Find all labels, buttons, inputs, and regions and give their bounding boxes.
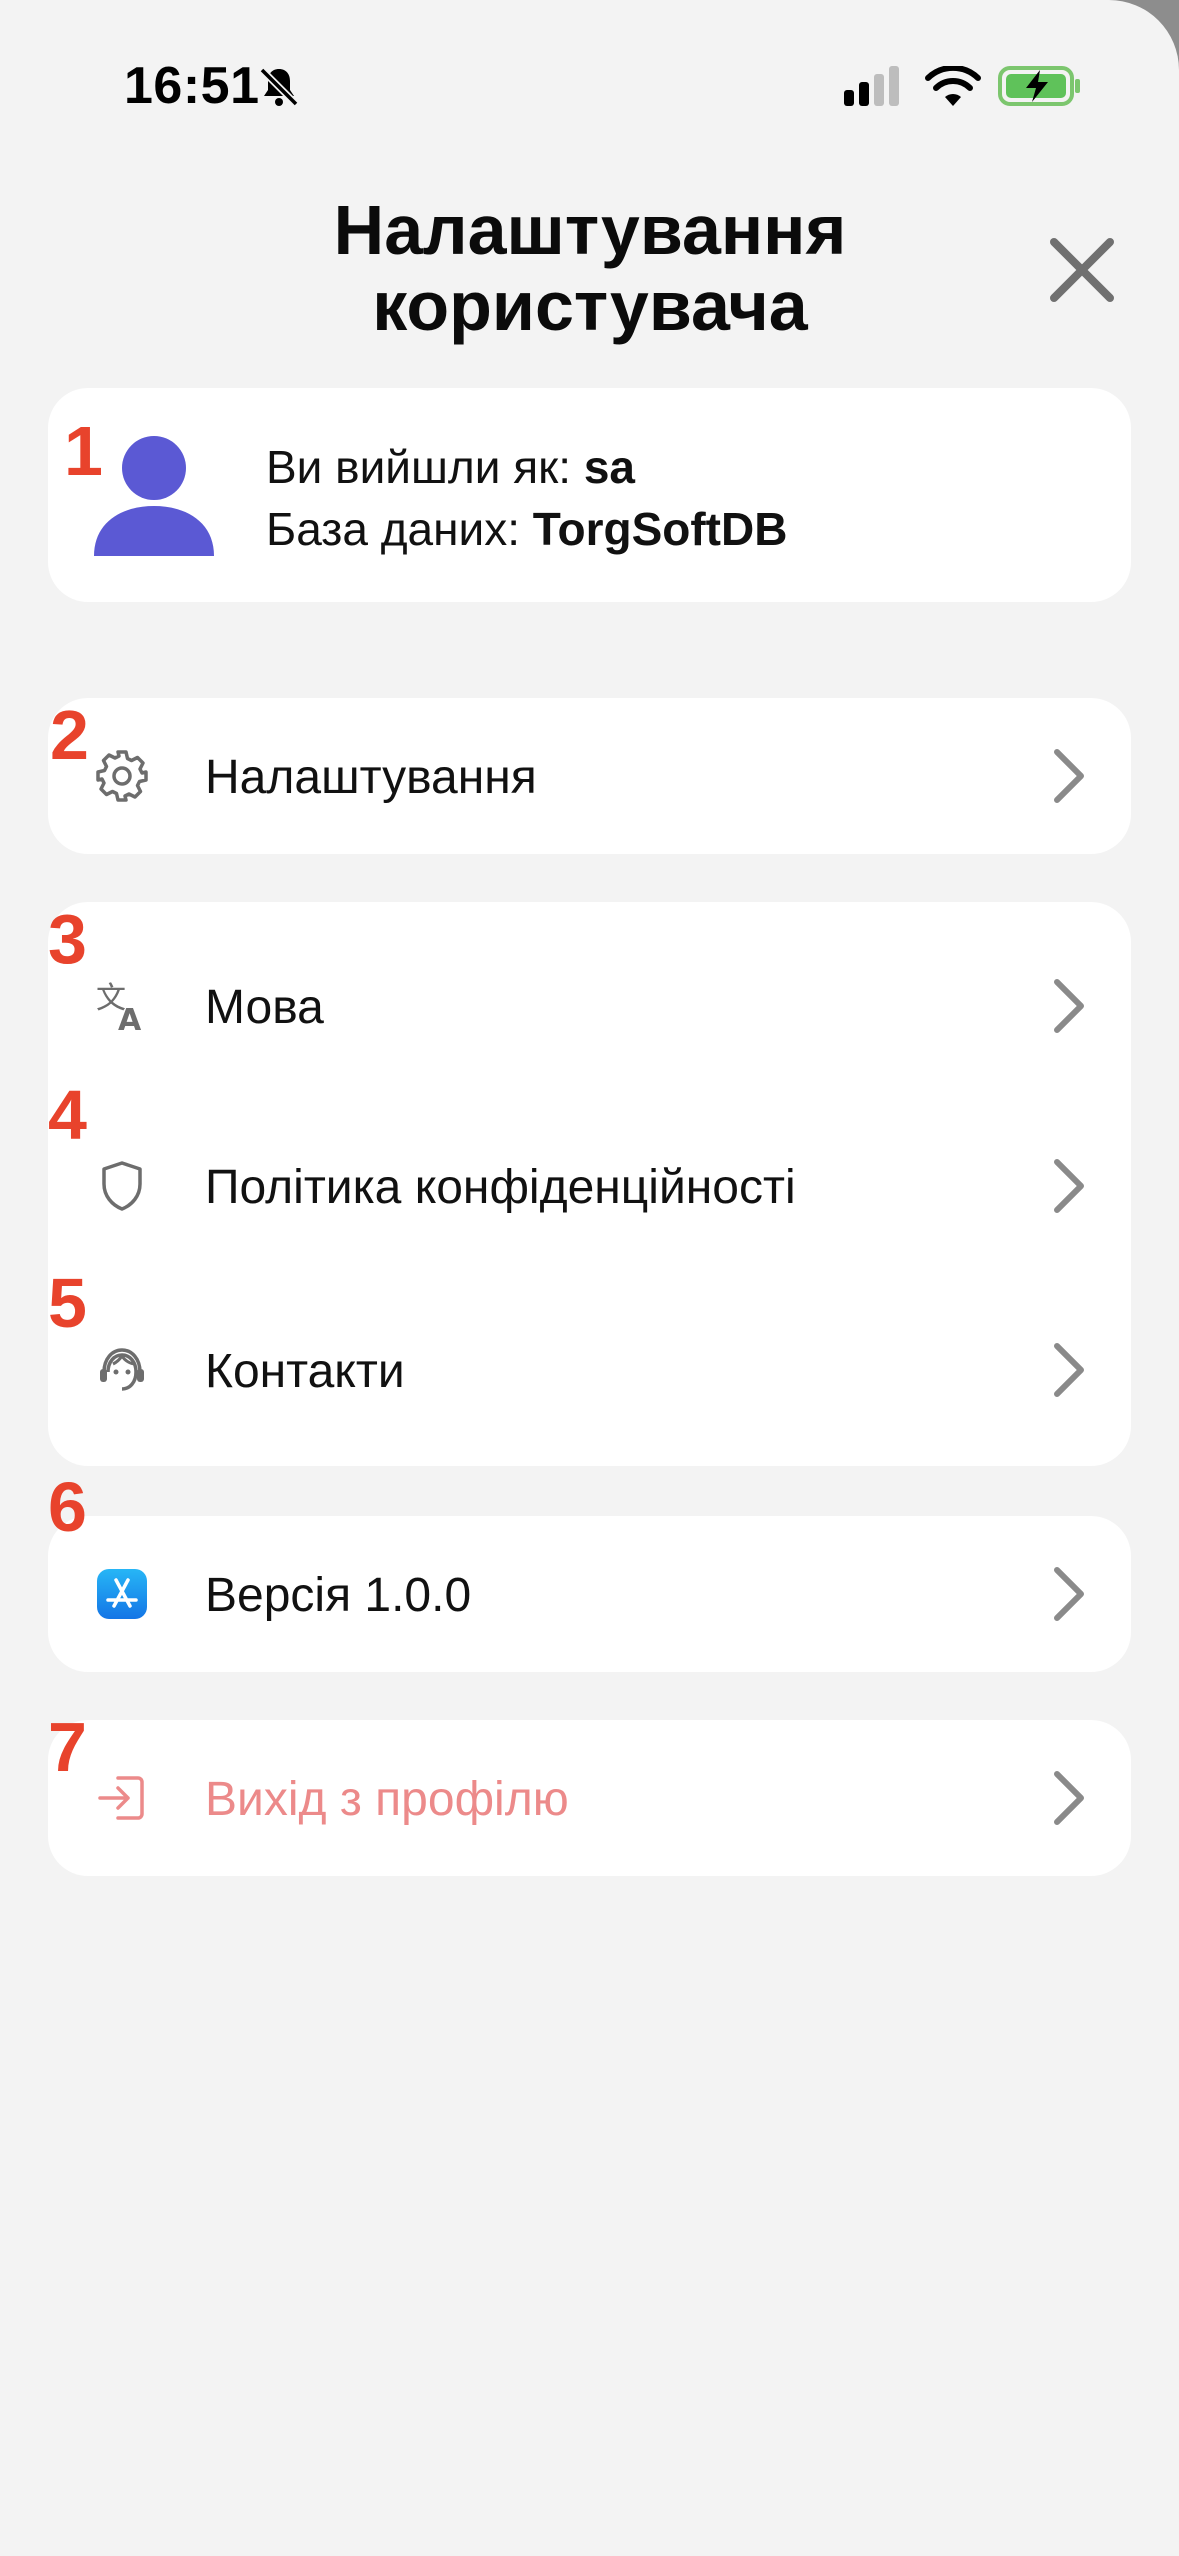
- wifi-icon: [925, 66, 981, 106]
- annotation-number-4: 4: [48, 1076, 87, 1154]
- chevron-right-icon: [1054, 1567, 1084, 1621]
- battery-charging-icon: [998, 66, 1080, 106]
- database-value: TorgSoftDB: [532, 503, 788, 555]
- version-card: Версія 1.0.0: [48, 1516, 1131, 1672]
- status-time: 16:51: [124, 57, 260, 115]
- bell-slash-icon: [259, 67, 299, 107]
- gear-icon: [96, 750, 148, 802]
- close-icon[interactable]: [1046, 234, 1118, 306]
- chevron-right-icon: [1054, 749, 1084, 803]
- menu-item-contacts[interactable]: Контакти: [48, 1294, 1131, 1444]
- menu-item-label: Версія 1.0.0: [205, 1569, 472, 1622]
- menu-item-privacy-policy[interactable]: Політика конфіденційності: [48, 1110, 1131, 1260]
- annotation-number-2: 2: [50, 696, 89, 774]
- page-title: Налаштування користувача: [333, 191, 847, 345]
- chevron-right-icon: [1054, 1159, 1084, 1213]
- menu-item-label: Налаштування: [205, 751, 537, 804]
- shield-icon: [102, 1161, 142, 1211]
- menu-item-label: Контакти: [205, 1345, 405, 1398]
- profile-card: Ви вийшли як: sa База даних: TorgSoftDB: [48, 388, 1131, 602]
- chevron-right-icon: [1054, 1771, 1084, 1825]
- logout-icon: [98, 1776, 144, 1820]
- info-card: 文 A Мова Політика конфіденційності Конта…: [48, 902, 1131, 1466]
- menu-item-language[interactable]: 文 A Мова: [48, 930, 1131, 1080]
- menu-item-settings[interactable]: Налаштування: [48, 698, 1131, 854]
- svg-text:A: A: [118, 1003, 142, 1034]
- login-info: Ви вийшли як: sa: [266, 440, 635, 494]
- support-agent-icon: [100, 1348, 144, 1391]
- database-info: База даних: TorgSoftDB: [266, 502, 787, 556]
- annotation-number-5: 5: [48, 1264, 87, 1342]
- menu-item-logout[interactable]: Вихід з профілю: [48, 1722, 1131, 1872]
- database-label: База даних:: [266, 503, 521, 555]
- screen: 16:51 Налаштування користувача Ви вийшли…: [0, 0, 1179, 2556]
- app-store-icon: [97, 1569, 147, 1619]
- user-avatar-icon: [94, 436, 214, 556]
- login-label: Ви вийшли як:: [266, 441, 572, 493]
- chevron-right-icon: [1054, 979, 1084, 1033]
- menu-item-label: Політика конфіденційності: [205, 1161, 796, 1214]
- annotation-number-3: 3: [48, 900, 87, 978]
- annotation-number-1: 1: [64, 412, 103, 490]
- cellular-signal-icon: [844, 66, 899, 106]
- menu-item-label: Вихід з профілю: [205, 1773, 569, 1826]
- menu-item-version[interactable]: Версія 1.0.0: [48, 1518, 1131, 1668]
- annotation-number-6: 6: [48, 1468, 87, 1546]
- settings-card: Налаштування: [48, 698, 1131, 854]
- logout-card: Вихід з профілю: [48, 1720, 1131, 1876]
- menu-item-label: Мова: [205, 981, 324, 1034]
- translate-icon: 文 A: [96, 981, 142, 1034]
- annotation-number-7: 7: [48, 1708, 87, 1786]
- status-bar: 16:51: [0, 0, 1179, 150]
- chevron-right-icon: [1054, 1343, 1084, 1397]
- login-value: sa: [583, 441, 635, 493]
